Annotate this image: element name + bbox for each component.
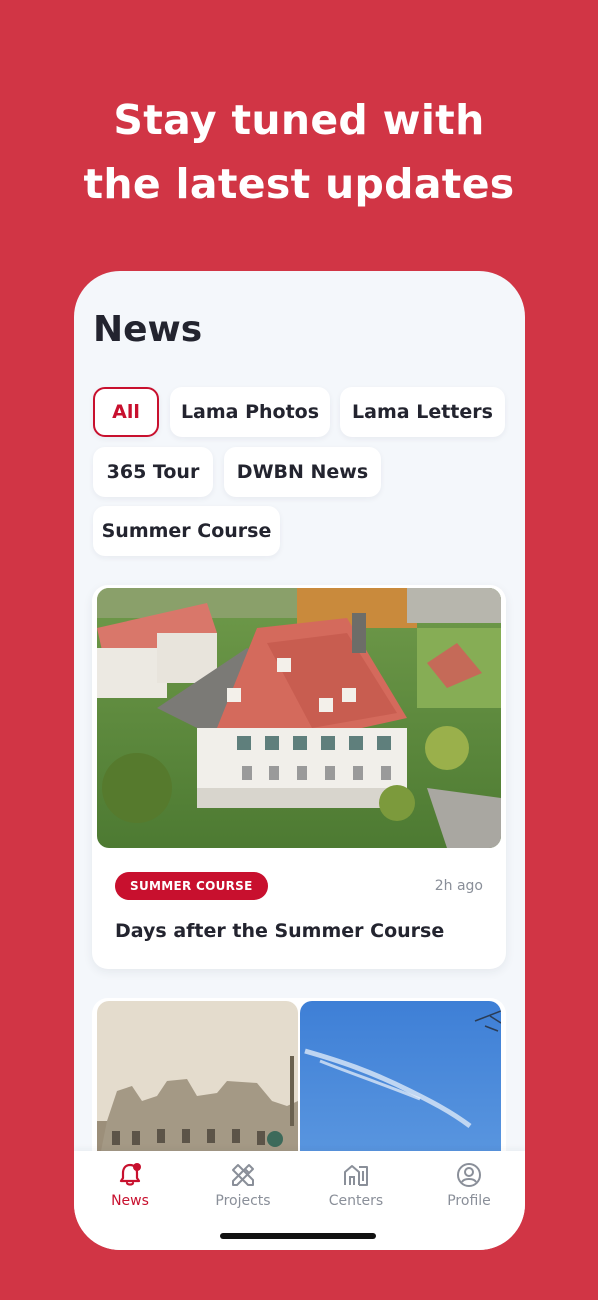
filter-chip-all[interactable]: All <box>93 387 159 437</box>
filter-chip-365-tour[interactable]: 365 Tour <box>93 447 213 497</box>
tools-icon <box>232 1164 254 1186</box>
home-indicator <box>220 1233 376 1239</box>
post-time: 2h ago <box>434 878 483 894</box>
tab-projects[interactable]: Projects <box>187 1161 299 1221</box>
buildings-icon <box>344 1165 368 1186</box>
news-card-featured[interactable]: SUMMER COURSE 2h ago Days after the Summ… <box>92 585 506 969</box>
tab-centers[interactable]: Centers <box>300 1161 412 1221</box>
news-thumb-building[interactable] <box>97 1001 298 1171</box>
news-thumb-sky[interactable] <box>300 1001 501 1171</box>
bell-icon <box>119 1163 141 1186</box>
promo-headline: Stay tuned with the latest updates <box>0 88 598 216</box>
tab-projects-label: Projects <box>215 1193 271 1209</box>
phone-screen: News All Lama Photos Lama Letters 365 To… <box>74 271 525 1250</box>
bottom-tab-bar: News Projects Centers Profile <box>74 1151 525 1250</box>
news-card-title: Days after the Summer Course <box>115 920 445 942</box>
headline-line-2: the latest updates <box>83 160 515 208</box>
tab-news-label: News <box>111 1193 149 1209</box>
news-card-photo <box>97 588 501 848</box>
filter-chip-lama-letters[interactable]: Lama Letters <box>340 387 505 437</box>
category-badge: SUMMER COURSE <box>115 872 268 900</box>
filter-chip-summer-course[interactable]: Summer Course <box>93 506 280 556</box>
filter-chip-dwbn-news[interactable]: DWBN News <box>224 447 381 497</box>
tab-profile[interactable]: Profile <box>413 1161 525 1221</box>
filter-chip-lama-photos[interactable]: Lama Photos <box>170 387 330 437</box>
tab-profile-label: Profile <box>447 1193 491 1209</box>
headline-line-1: Stay tuned with <box>113 96 485 144</box>
user-circle-icon <box>457 1163 481 1187</box>
page-title: News <box>93 309 203 350</box>
tab-centers-label: Centers <box>328 1193 384 1209</box>
tab-news[interactable]: News <box>74 1161 186 1221</box>
